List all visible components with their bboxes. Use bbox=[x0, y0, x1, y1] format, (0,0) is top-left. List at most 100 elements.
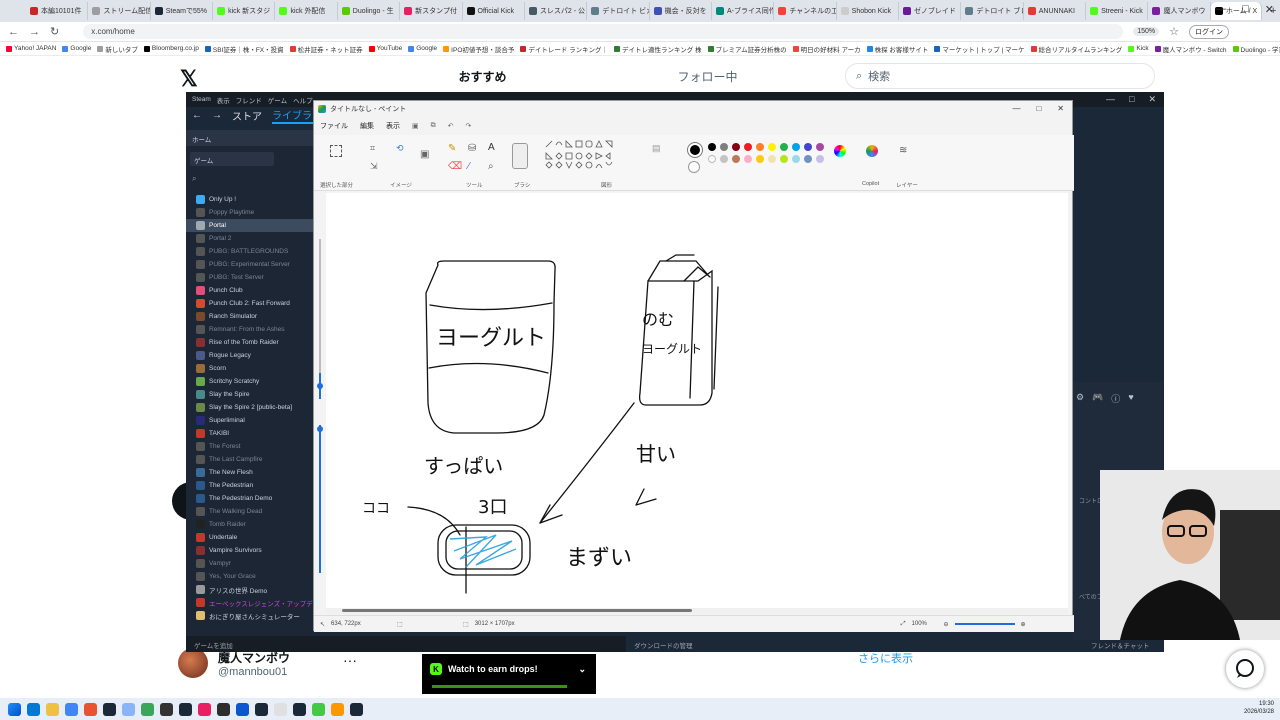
bookmark-item[interactable]: Duolingo - 学習効果が bbox=[1232, 44, 1280, 54]
game-list-item[interactable]: Yes, Your Grace bbox=[186, 570, 313, 583]
kick-drops-popup[interactable]: K Watch to earn drops! ⌄ bbox=[422, 654, 596, 694]
download-manager-button[interactable]: ダウンロードの管理 bbox=[634, 636, 693, 650]
taskbar-app-icon[interactable] bbox=[179, 702, 192, 716]
library-home[interactable]: ホーム bbox=[186, 130, 313, 146]
star-icon[interactable]: ☆ bbox=[1169, 25, 1179, 38]
bookmark-item[interactable]: デイトレ適性ランキング 株 bbox=[614, 44, 702, 54]
x-search-input[interactable]: ⌕ 検索 bbox=[845, 63, 1155, 89]
chevron-down-icon[interactable]: ⌄ bbox=[578, 664, 586, 675]
game-list-item[interactable]: おにぎり屋さんシミュレーター bbox=[186, 609, 313, 622]
browser-tab[interactable]: デトロイト ブレイ bbox=[961, 2, 1024, 20]
tab-recommended[interactable]: おすすめ bbox=[370, 58, 595, 92]
browser-tab[interactable]: 新スタンプ付 bbox=[400, 2, 463, 20]
game-list-item[interactable]: Vampire Survivors bbox=[186, 544, 313, 557]
bookmark-item[interactable]: Google bbox=[408, 45, 437, 52]
browser-tab[interactable]: Shobon Kick bbox=[837, 2, 900, 20]
game-list-item[interactable]: PUBG: BATTLEGROUNDS bbox=[186, 245, 313, 258]
browser-tab[interactable]: ANUNNAKI bbox=[1024, 2, 1087, 20]
game-list-item[interactable]: Tomb Raider bbox=[186, 518, 313, 531]
bookmark-item[interactable]: YouTube bbox=[368, 45, 402, 52]
browser-tab[interactable]: スレスパ2 - 公 bbox=[525, 2, 588, 20]
controller-icon[interactable]: 🎮 bbox=[1092, 392, 1103, 405]
taskbar-app-icon[interactable] bbox=[274, 702, 287, 716]
game-list-item[interactable]: Portal 2 bbox=[186, 232, 313, 245]
zoom-out-icon[interactable]: ⊖ bbox=[944, 621, 949, 628]
zoom-level[interactable]: 100% bbox=[912, 621, 938, 627]
browser-tab[interactable]: kick 外配信 bbox=[275, 2, 338, 20]
game-list-item[interactable]: エーペックスレジェンズ・アップデ bbox=[186, 596, 313, 609]
paint-canvas[interactable]: ヨーグルト のむ ヨーグルト すっぱい 甘い ココ 3口 まずい bbox=[326, 193, 1068, 609]
game-list-item[interactable]: Rogue Legacy bbox=[186, 349, 313, 362]
game-list-item[interactable]: Superliminal bbox=[186, 414, 313, 427]
nav-store[interactable]: ストア bbox=[232, 108, 262, 123]
bookmark-item[interactable]: Yahoo! JAPAN bbox=[6, 45, 56, 52]
fit-icon[interactable]: ⤢ bbox=[901, 621, 906, 628]
undo-icon[interactable]: ↶ bbox=[448, 122, 454, 130]
steam-menu-item[interactable]: Steam bbox=[192, 96, 211, 103]
paint-menu-item[interactable]: ファイル bbox=[320, 121, 348, 131]
back-icon[interactable]: ← bbox=[8, 26, 19, 38]
game-list-item[interactable]: The Pedestrian Demo bbox=[186, 492, 313, 505]
bookmark-item[interactable]: 新しいタブ bbox=[97, 44, 138, 54]
game-list-item[interactable]: Portal bbox=[186, 219, 313, 232]
back-icon[interactable]: ← bbox=[192, 110, 202, 121]
taskbar-app-icon[interactable] bbox=[350, 702, 363, 716]
slider-thumb[interactable] bbox=[317, 383, 323, 389]
steam-window-controls[interactable]: — □ ✕ bbox=[1106, 94, 1156, 105]
game-list-item[interactable]: Poppy Playtime bbox=[186, 206, 313, 219]
bookmark-item[interactable]: デイトレード ランキング｜ bbox=[520, 44, 608, 54]
url-input[interactable]: x.com/home bbox=[83, 24, 1124, 39]
game-list-item[interactable]: Undertale bbox=[186, 531, 313, 544]
taskbar-app-icon[interactable] bbox=[84, 702, 97, 716]
scrollbar-thumb[interactable] bbox=[342, 609, 692, 612]
taskbar-app-icon[interactable] bbox=[198, 702, 211, 716]
taskbar-app-icon[interactable] bbox=[160, 702, 173, 716]
bookmark-item[interactable]: プレミアム証券分析株の bbox=[707, 44, 787, 54]
taskbar-app-icon[interactable] bbox=[141, 702, 154, 716]
system-clock[interactable]: 19:30 2026/03/28 bbox=[1244, 700, 1274, 716]
taskbar-app-icon[interactable] bbox=[236, 702, 249, 716]
browser-tab[interactable]: 本編10101件 bbox=[26, 2, 89, 20]
paint-menu-item[interactable]: 表示 bbox=[386, 121, 400, 131]
game-list-item[interactable]: The Walking Dead bbox=[186, 505, 313, 518]
taskbar-app-icon[interactable] bbox=[255, 702, 268, 716]
game-list-item[interactable]: Slay the Spire bbox=[186, 388, 313, 401]
bookmark-item[interactable]: Kick bbox=[1128, 45, 1149, 52]
game-list-item[interactable]: Rise of the Tomb Raider bbox=[186, 336, 313, 349]
close-icon[interactable]: ✕ bbox=[1265, 3, 1274, 16]
game-list-item[interactable]: Remnant: From the Ashes bbox=[186, 323, 313, 336]
info-icon[interactable]: ⓘ bbox=[1111, 392, 1120, 405]
game-list-item[interactable]: The Pedestrian bbox=[186, 479, 313, 492]
steam-menu-item[interactable]: フレンド bbox=[236, 95, 262, 105]
taskbar-app-icon[interactable] bbox=[293, 702, 306, 716]
zoom-indicator[interactable]: 150% bbox=[1133, 27, 1160, 36]
browser-tab[interactable]: kick 新スタジ bbox=[213, 2, 276, 20]
bookmark-item[interactable]: 株探 お客様サイト bbox=[866, 44, 928, 54]
redo-icon[interactable]: ↷ bbox=[466, 122, 472, 130]
paint-zoom-sliders[interactable] bbox=[314, 193, 326, 609]
forward-icon[interactable]: → bbox=[212, 110, 222, 121]
game-list-item[interactable]: Ranch Simulator bbox=[186, 310, 313, 323]
show-more-link[interactable]: さらに表示 bbox=[858, 650, 913, 666]
browser-tab[interactable]: 魔人マンボウ bbox=[1148, 2, 1211, 20]
open-icon[interactable]: ⧉ bbox=[431, 122, 436, 130]
browser-tab[interactable]: 機会・反対を bbox=[650, 2, 712, 20]
browser-tab[interactable]: Official Kick bbox=[463, 2, 525, 20]
zoom-slider[interactable] bbox=[954, 623, 1015, 625]
browser-tab[interactable]: A-ブライス同作 bbox=[712, 2, 775, 20]
save-icon[interactable]: ▣ bbox=[412, 122, 419, 130]
browser-tab[interactable]: デトロイト ビカム bbox=[587, 2, 650, 20]
game-list-item[interactable]: Slay the Spire 2 [public-beta] bbox=[186, 401, 313, 414]
reload-icon[interactable]: ↻ bbox=[50, 25, 59, 38]
bookmark-item[interactable]: Google bbox=[62, 45, 91, 52]
start-icon[interactable] bbox=[8, 702, 21, 716]
steam-menu-item[interactable]: ゲーム bbox=[268, 95, 287, 105]
taskbar-app-icon[interactable] bbox=[122, 702, 135, 716]
taskbar-app-icon[interactable] bbox=[103, 702, 116, 716]
game-list-item[interactable]: Scritchy Scratchy bbox=[186, 375, 313, 388]
taskbar-app-icon[interactable] bbox=[65, 702, 78, 716]
game-list-item[interactable]: Only Up ! bbox=[186, 193, 313, 206]
bookmark-item[interactable]: 松井証券・ネット証券 bbox=[289, 44, 363, 54]
maximize-icon[interactable]: □ bbox=[1242, 3, 1249, 16]
bookmark-item[interactable]: IPO初値予想・談合予 bbox=[443, 44, 514, 54]
